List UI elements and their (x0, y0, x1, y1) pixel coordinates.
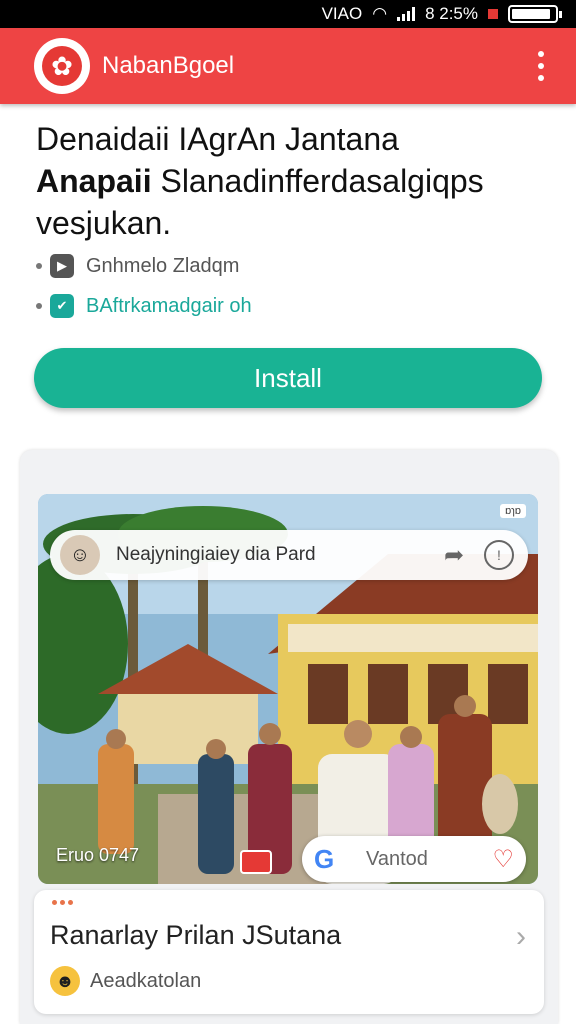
share-icon[interactable]: ➦ (436, 537, 472, 573)
headline-line1: Denaidaii IAgrAn Jantana (36, 121, 399, 157)
app-bar: ✿ NabanBgoel (0, 28, 576, 104)
ad-search-bar[interactable]: ☺ Neajyningiaiey dia Pard ➦ ! (50, 530, 528, 580)
battery-icon (508, 5, 562, 23)
app-logo[interactable]: ✿ (34, 38, 90, 94)
wifi-icon: ◠ (372, 4, 388, 23)
google-pill[interactable]: G Vantod ♡ (302, 836, 526, 882)
overflow-menu-icon[interactable] (526, 46, 556, 86)
ad-photo[interactable]: ɒɿɒ ☺ Neajyningiaiey dia Pard ➦ ! Eruo 0… (38, 494, 538, 884)
avatar: ☺ (60, 535, 100, 575)
heart-icon[interactable]: ♡ (492, 845, 514, 874)
smiley-icon: ☻ (50, 966, 80, 996)
google-logo-icon: G (314, 843, 335, 874)
carrier-label: VIAO (321, 4, 363, 23)
clock: 8 2:5% (425, 4, 478, 23)
search-text: Neajyningiaiey dia Pard (116, 544, 316, 565)
install-button[interactable]: Install (34, 348, 542, 408)
app-title: NabanBgoel (102, 52, 235, 79)
page-headline: Denaidaii IAgrAn Jantana Anapaii Slanadi… (36, 118, 546, 244)
app-icon: ▶ (50, 254, 74, 278)
feature-text: BAftrkamadgair oh (86, 294, 252, 317)
google-pill-text: Vantod (366, 847, 428, 870)
view-counter: Eruo 0747 (56, 845, 140, 865)
item-title: Ranarlay Prilan JSutana (50, 920, 342, 950)
item-subtitle: Aeadkatolan (90, 970, 202, 992)
chevron-right-icon[interactable]: › (516, 920, 526, 954)
list-item: ▶ Gnhmelo Zladqm (36, 248, 536, 284)
feature-text: Gnhmelo Zladqm (86, 254, 240, 277)
list-item: ✔ BAftrkamadgair oh (36, 288, 536, 324)
notification-icon (488, 9, 498, 19)
bullet-dot (36, 303, 42, 309)
bullet-dot (36, 263, 42, 269)
info-icon[interactable]: ! (484, 540, 514, 570)
ad-badge: ɒɿɒ (500, 504, 526, 518)
message-icon: ✔ (50, 294, 74, 318)
flag-icon (240, 850, 272, 874)
status-bar: VIAO ◠ 8 2:5% (0, 0, 576, 28)
headline-bold: Anapaii (36, 163, 152, 199)
dots-icon (52, 900, 73, 905)
item-card[interactable]: Ranarlay Prilan JSutana › ☻ Aeadkatolan (34, 890, 544, 1014)
feature-list: ▶ Gnhmelo Zladqm ✔ BAftrkamadgair oh (36, 248, 536, 328)
signal-icon (397, 7, 416, 21)
